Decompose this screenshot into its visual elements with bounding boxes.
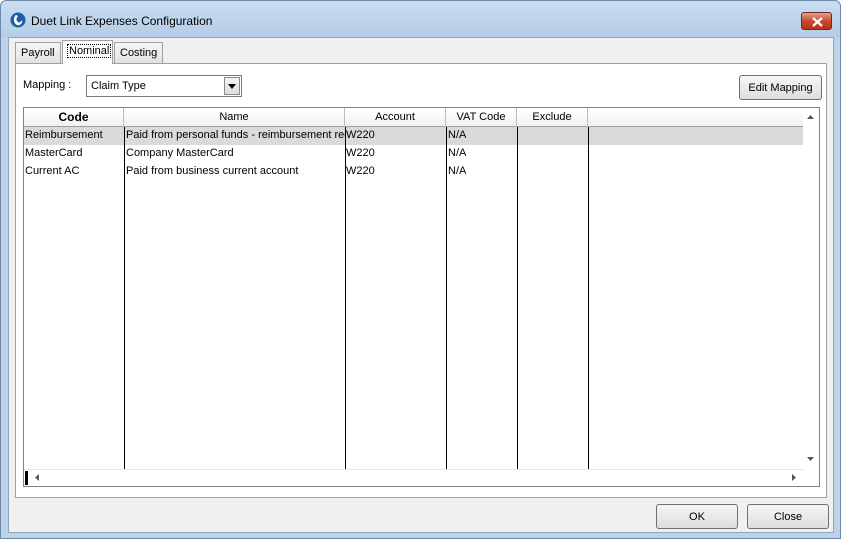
table-row[interactable]: Current AC Paid from business current ac… — [24, 163, 804, 181]
column-header-name[interactable]: Name — [124, 108, 345, 127]
nominal-tab-panel: Mapping : Claim Type Edit Mapping Code N… — [15, 63, 827, 498]
column-header-vat-code[interactable]: VAT Code — [446, 108, 517, 127]
column-divider — [517, 127, 518, 469]
cell-code: MasterCard — [25, 147, 83, 159]
cell-vat-code: N/A — [448, 129, 467, 141]
scroll-left-icon[interactable] — [35, 474, 39, 481]
tab-label: Costing — [120, 47, 158, 59]
cell-exclude — [519, 165, 587, 181]
column-header-code[interactable]: Code — [24, 108, 124, 127]
app-logo-icon — [10, 12, 26, 28]
dialog-window: Duet Link Expenses Configuration Payroll… — [0, 0, 841, 539]
cell-name: Paid from business current account — [126, 165, 299, 177]
dialog-body: Payroll Nominal Costing Mapping : Claim … — [8, 37, 834, 533]
close-button[interactable]: Close — [747, 504, 829, 529]
tab-payroll[interactable]: Payroll — [15, 42, 61, 63]
column-divider — [124, 127, 125, 469]
column-header-exclude[interactable]: Exclude — [517, 108, 588, 127]
tab-costing[interactable]: Costing — [114, 42, 163, 63]
cell-account: W220 — [346, 129, 375, 141]
title-bar[interactable]: Duet Link Expenses Configuration — [1, 1, 840, 37]
tab-label: Nominal — [66, 44, 112, 58]
grid-header: Code Name Account VAT Code Exclude — [24, 108, 804, 127]
cell-name: Paid from personal funds - reimbursement… — [126, 129, 345, 141]
cell-code: Reimbursement — [25, 129, 103, 141]
window-title: Duet Link Expenses Configuration — [31, 14, 213, 28]
cell-exclude — [519, 147, 587, 163]
close-icon — [812, 17, 823, 27]
column-divider — [446, 127, 447, 469]
cell-vat-code: N/A — [448, 147, 467, 159]
mapping-selected-value: Claim Type — [91, 80, 146, 92]
cell-account: W220 — [346, 147, 375, 159]
vertical-scrollbar[interactable] — [803, 108, 819, 470]
scroll-down-icon[interactable] — [807, 457, 814, 461]
mapping-label: Mapping : — [23, 79, 72, 91]
ok-button[interactable]: OK — [656, 504, 738, 529]
mapping-grid[interactable]: Code Name Account VAT Code Exclude Reimb… — [23, 107, 820, 487]
cell-code: Current AC — [25, 165, 80, 177]
dropdown-button[interactable] — [224, 77, 240, 95]
scroll-right-icon[interactable] — [792, 474, 796, 481]
tab-label: Payroll — [21, 47, 55, 59]
column-divider — [345, 127, 346, 469]
horizontal-scrollbar[interactable] — [24, 469, 804, 486]
table-row[interactable]: MasterCard Company MasterCard W220 N/A — [24, 145, 804, 163]
tab-nominal[interactable]: Nominal — [62, 40, 113, 64]
cell-vat-code: N/A — [448, 165, 467, 177]
edit-mapping-button[interactable]: Edit Mapping — [739, 75, 822, 100]
chevron-down-icon — [228, 84, 236, 89]
column-divider — [588, 127, 589, 469]
scroll-thumb[interactable] — [25, 471, 28, 485]
column-header-account[interactable]: Account — [345, 108, 446, 127]
cell-name: Company MasterCard — [126, 147, 234, 159]
cell-account: W220 — [346, 165, 375, 177]
table-row[interactable]: Reimbursement Paid from personal funds -… — [24, 127, 804, 145]
mapping-dropdown[interactable]: Claim Type — [86, 75, 242, 97]
window-close-button[interactable] — [801, 12, 832, 30]
scroll-up-icon[interactable] — [807, 115, 814, 119]
cell-exclude — [519, 129, 587, 145]
